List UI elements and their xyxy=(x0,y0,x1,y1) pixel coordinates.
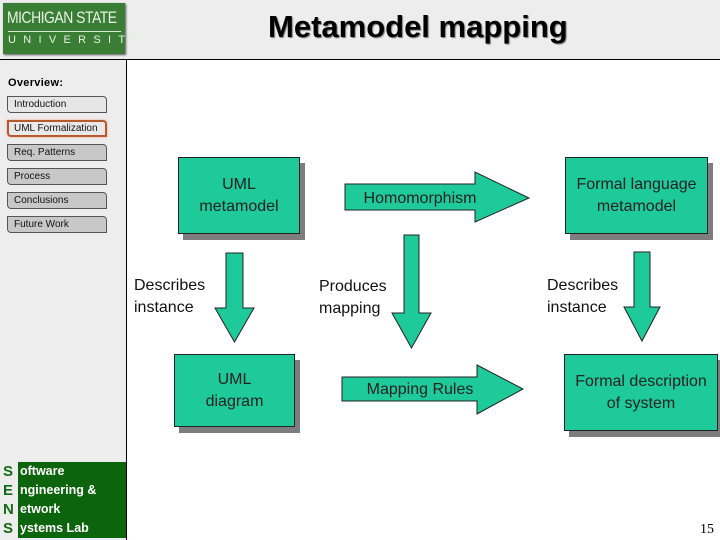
sens-text: ystems Lab xyxy=(18,519,126,538)
node-uml-diagram: UML diagram xyxy=(174,354,295,427)
nav-introduction[interactable]: Introduction xyxy=(7,96,107,113)
sens-text: ngineering & xyxy=(18,481,126,500)
node-formal-description: Formal description of system xyxy=(564,354,718,431)
nav-conclusions[interactable]: Conclusions xyxy=(7,192,107,209)
sens-row-software: S oftware xyxy=(0,462,126,481)
node-uml-diagram-label: UML diagram xyxy=(205,370,264,410)
sens-lab-logo: S oftware E ngineering & N etwork S yste… xyxy=(0,462,126,540)
sens-text: etwork xyxy=(18,500,126,519)
sens-row-engineering: E ngineering & xyxy=(0,481,126,500)
node-formal-description-label: Formal description of system xyxy=(575,372,707,412)
slide-title: Metamodel mapping xyxy=(268,9,568,44)
page-number: 15 xyxy=(700,522,714,537)
produces-mapping-arrow xyxy=(391,234,432,350)
homomorphism-label: Homomorphism xyxy=(363,190,477,207)
header: MICHIGAN STATE UNIVERSITY Metamodel mapp… xyxy=(0,0,720,60)
produces-mapping-label: Produces mapping xyxy=(319,278,387,317)
nav-uml-formalization[interactable]: UML Formalization xyxy=(7,120,107,137)
sens-text: oftware xyxy=(18,462,126,481)
node-formal-language-metamodel: Formal language metamodel xyxy=(565,157,708,234)
nav-req-patterns[interactable]: Req. Patterns xyxy=(7,144,107,161)
node-uml-metamodel-label: UML metamodel xyxy=(199,175,279,215)
describes-instance-left-arrow xyxy=(214,252,255,344)
node-formal-language-metamodel-label: Formal language metamodel xyxy=(576,175,697,215)
mapping-rules-label: Mapping Rules xyxy=(366,381,474,398)
node-uml-metamodel: UML metamodel xyxy=(178,157,300,234)
nav-process[interactable]: Process xyxy=(7,168,107,185)
nav-future-work[interactable]: Future Work xyxy=(7,216,107,233)
describes-instance-left-label: Describes instance xyxy=(134,277,206,316)
sens-row-network: N etwork xyxy=(0,500,126,519)
describes-instance-right-label: Describes instance xyxy=(547,277,619,316)
overview-label: Overview: xyxy=(8,77,64,89)
sidebar: Overview: Introduction UML Formalization… xyxy=(0,60,127,540)
sens-row-systems: S ystems Lab xyxy=(0,519,126,538)
describes-instance-right-arrow xyxy=(623,251,661,343)
